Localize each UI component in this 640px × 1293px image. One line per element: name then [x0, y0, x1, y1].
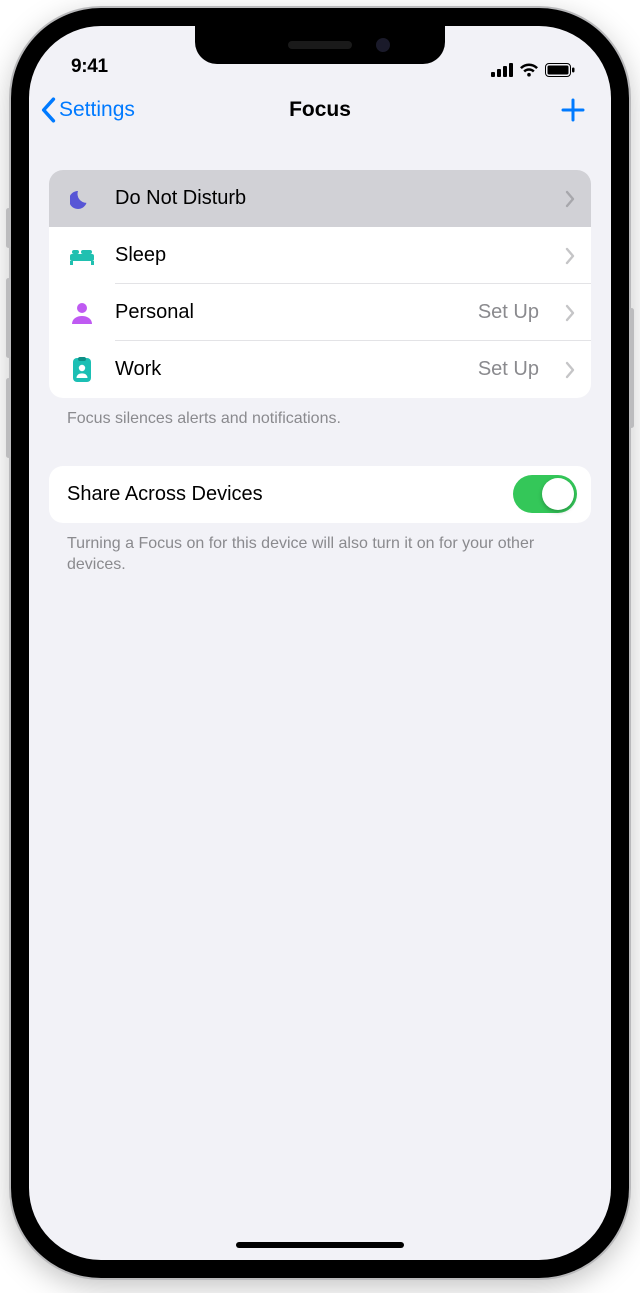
content-area: Do Not Disturb	[29, 142, 611, 576]
back-button[interactable]: Settings	[39, 97, 135, 123]
focus-row-sleep[interactable]: Sleep	[49, 227, 591, 284]
phone-screen: 9:41	[29, 26, 611, 1260]
focus-row-work[interactable]: Work Set Up	[49, 341, 591, 398]
plus-icon	[559, 96, 587, 124]
volume-down-button	[6, 378, 11, 458]
power-button	[629, 308, 634, 428]
share-group: Share Across Devices	[49, 466, 591, 523]
volume-up-button	[6, 278, 11, 358]
front-camera	[376, 38, 390, 52]
speaker-grille	[288, 41, 352, 49]
battery-icon	[545, 63, 575, 77]
chevron-left-icon	[39, 97, 57, 123]
badge-icon	[67, 357, 97, 383]
home-indicator[interactable]	[236, 1242, 404, 1248]
focus-row-detail: Set Up	[478, 301, 539, 324]
status-icons	[491, 63, 575, 78]
moon-icon	[67, 187, 97, 211]
focus-row-label: Work	[115, 358, 460, 381]
mute-switch	[6, 208, 11, 248]
focus-row-label: Sleep	[115, 244, 547, 267]
share-footer: Turning a Focus on for this device will …	[49, 523, 591, 576]
bed-icon	[67, 246, 97, 266]
share-row-label: Share Across Devices	[67, 483, 495, 506]
share-across-devices-row[interactable]: Share Across Devices	[49, 466, 591, 523]
focus-row-personal[interactable]: Personal Set Up	[49, 284, 591, 341]
cellular-icon	[491, 63, 513, 77]
notch	[195, 26, 445, 64]
phone-frame: 9:41	[11, 8, 629, 1278]
chevron-right-icon	[565, 304, 575, 322]
wifi-icon	[519, 63, 539, 77]
focus-row-detail: Set Up	[478, 358, 539, 381]
focus-row-label: Personal	[115, 301, 460, 324]
chevron-right-icon	[565, 361, 575, 379]
focus-row-label: Do Not Disturb	[115, 187, 547, 210]
status-time: 9:41	[71, 56, 108, 78]
back-label: Settings	[59, 98, 135, 122]
share-toggle[interactable]	[513, 475, 577, 513]
chevron-right-icon	[565, 247, 575, 265]
toggle-knob	[542, 478, 574, 510]
chevron-right-icon	[565, 190, 575, 208]
focus-list-group: Do Not Disturb	[49, 170, 591, 398]
person-icon	[67, 301, 97, 325]
navigation-bar: Settings Focus	[29, 78, 611, 142]
focus-list-footer: Focus silences alerts and notifications.	[49, 398, 591, 430]
add-button[interactable]	[553, 90, 593, 130]
focus-row-do-not-disturb[interactable]: Do Not Disturb	[49, 170, 591, 227]
